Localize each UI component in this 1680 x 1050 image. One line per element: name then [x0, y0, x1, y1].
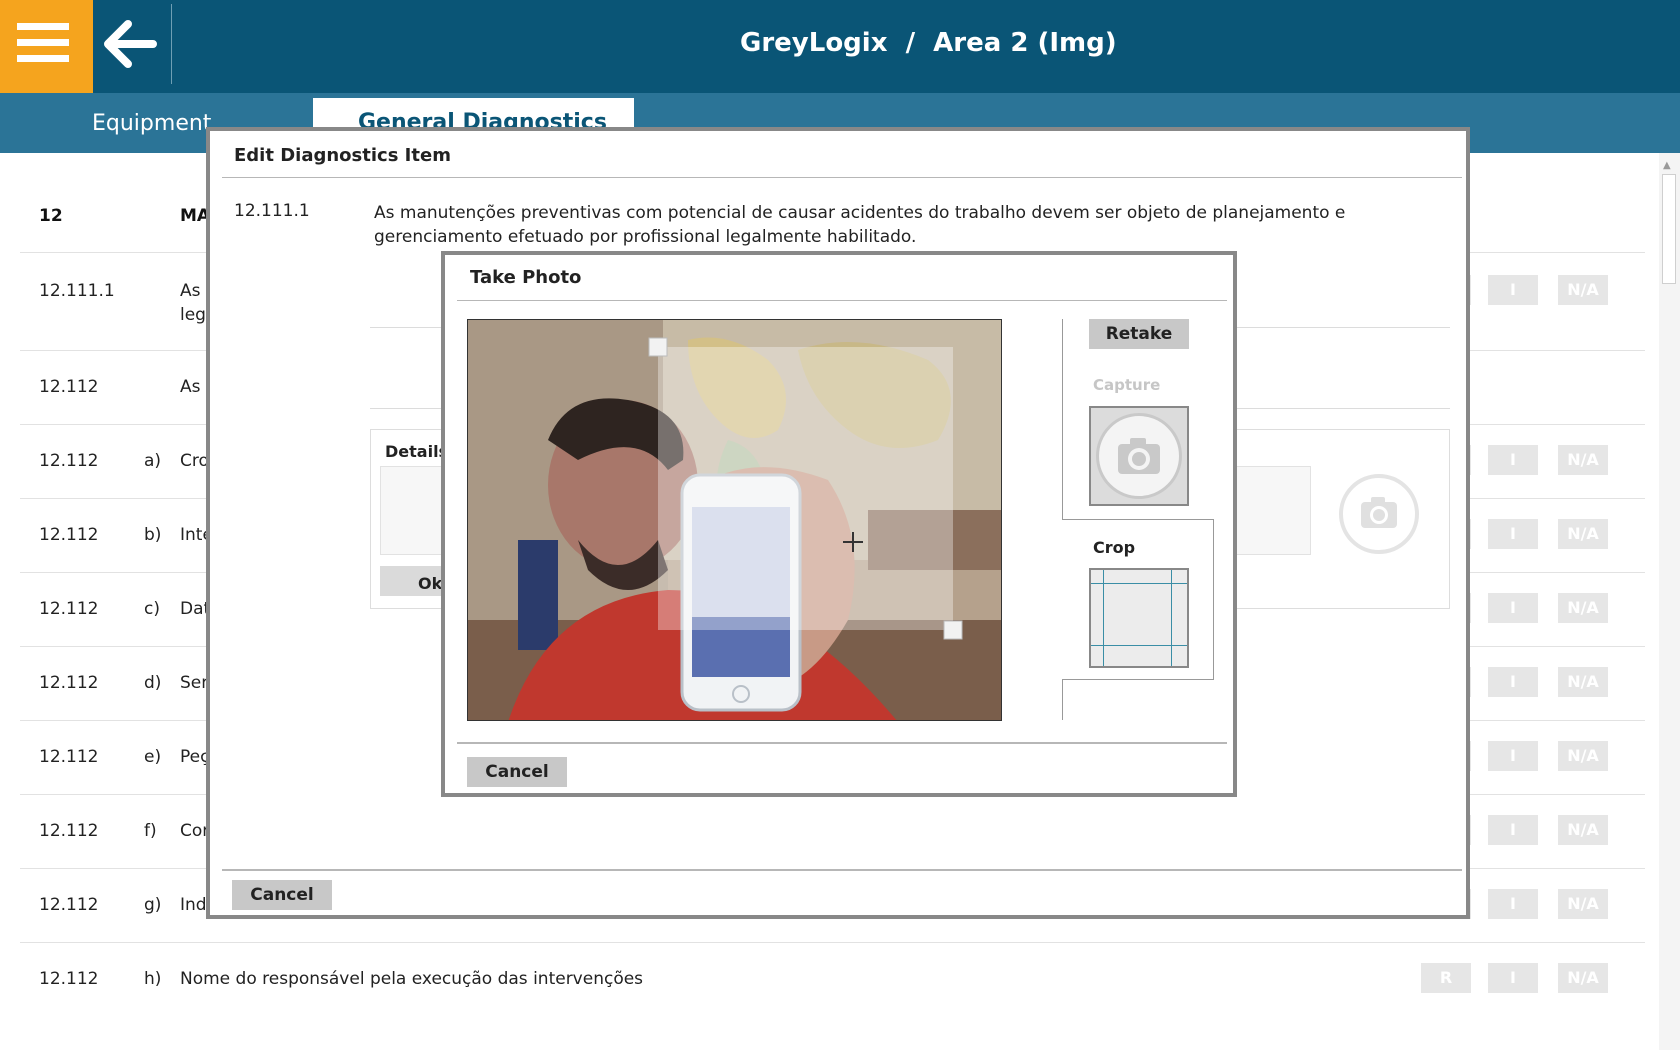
i-button[interactable]: I [1488, 963, 1538, 993]
r-button[interactable]: R [1421, 963, 1471, 993]
row-text: Ind [180, 895, 207, 915]
na-button[interactable]: N/A [1558, 275, 1608, 305]
row-text: Cro [180, 451, 209, 471]
row-letter: h) [144, 969, 162, 989]
row-text: leg [180, 305, 206, 325]
header-divider [171, 4, 172, 84]
row-letter: a) [144, 451, 162, 471]
i-button[interactable]: I [1488, 519, 1538, 549]
row-number: 12.112 [39, 895, 99, 915]
app-header: GreyLogix / Area 2 (Img) [0, 0, 1680, 93]
row-letter: e) [144, 747, 162, 767]
row-text: As [180, 377, 201, 397]
row-number: 12.112 [39, 377, 99, 397]
divider [222, 869, 1462, 871]
camera-icon[interactable] [1339, 474, 1419, 554]
item-id: 12.111.1 [234, 201, 310, 221]
back-arrow-icon[interactable] [93, 0, 173, 93]
i-button[interactable]: I [1488, 667, 1538, 697]
i-button[interactable]: I [1488, 889, 1538, 919]
row-number: 12.112 [39, 599, 99, 619]
dialog-title: Edit Diagnostics Item [234, 145, 451, 166]
row-text: Ser [180, 673, 209, 693]
ok-button[interactable]: Ok [380, 566, 442, 596]
row-number: 12.112 [39, 451, 99, 471]
i-button[interactable]: I [1488, 275, 1538, 305]
scroll-up-icon[interactable]: ▲ [1663, 160, 1671, 171]
divider [222, 177, 1462, 178]
i-button[interactable]: I [1488, 741, 1538, 771]
camera-image [468, 320, 1001, 720]
table-row[interactable]: 12.112 h) Nome do responsável pela execuçã… [20, 942, 1645, 1016]
tab-equipment[interactable]: Equipment [92, 111, 211, 136]
row-number: 12.112 [39, 525, 99, 545]
na-button[interactable]: N/A [1558, 815, 1608, 845]
capture-label: Capture [1093, 376, 1161, 394]
cancel-button[interactable]: Cancel [467, 757, 567, 787]
details-label: Details [385, 442, 449, 461]
na-button[interactable]: N/A [1558, 889, 1608, 919]
take-photo-dialog: Take Photo Retake Capture Crop Cancel [441, 251, 1237, 797]
row-number: 12.112 [39, 969, 99, 989]
na-button[interactable]: N/A [1558, 741, 1608, 771]
i-button[interactable]: I [1488, 445, 1538, 475]
row-text: Nome do responsável pela execução das in… [180, 969, 644, 989]
panel-border [1062, 679, 1063, 720]
na-button[interactable]: N/A [1558, 445, 1608, 475]
cancel-button[interactable]: Cancel [232, 880, 332, 910]
row-letter: d) [144, 673, 162, 693]
list-header-number: 12 [39, 206, 63, 226]
na-button[interactable]: N/A [1558, 667, 1608, 697]
row-letter: f) [144, 821, 157, 841]
dialog-title: Take Photo [470, 267, 582, 288]
na-button[interactable]: N/A [1558, 593, 1608, 623]
i-button[interactable]: I [1488, 815, 1538, 845]
row-text: As [180, 281, 201, 301]
retake-button[interactable]: Retake [1089, 319, 1189, 349]
camera-preview[interactable] [467, 319, 1002, 721]
row-letter: g) [144, 895, 162, 915]
hamburger-menu-icon[interactable] [0, 0, 93, 93]
details-textarea[interactable] [380, 466, 442, 555]
crop-icon[interactable] [1089, 568, 1189, 668]
app-title: GreyLogix / Area 2 (Img) [740, 28, 1117, 58]
crop-label: Crop [1093, 538, 1136, 557]
scrollbar[interactable] [1659, 153, 1680, 1050]
row-number: 12.112 [39, 821, 99, 841]
row-number: 12.112 [39, 747, 99, 767]
row-number: 12.112 [39, 673, 99, 693]
row-letter: b) [144, 525, 162, 545]
na-button[interactable]: N/A [1558, 519, 1608, 549]
divider [457, 300, 1227, 301]
scrollbar-thumb[interactable] [1662, 174, 1676, 284]
camera-icon [1096, 413, 1182, 499]
row-letter: c) [144, 599, 160, 619]
i-button[interactable]: I [1488, 593, 1538, 623]
item-description: As manutenções preventivas com potencial… [374, 203, 1346, 247]
na-button[interactable]: N/A [1558, 963, 1608, 993]
row-text: Cor [180, 821, 210, 841]
divider [457, 742, 1227, 744]
row-number: 12.111.1 [39, 281, 115, 301]
capture-button[interactable] [1089, 406, 1189, 506]
